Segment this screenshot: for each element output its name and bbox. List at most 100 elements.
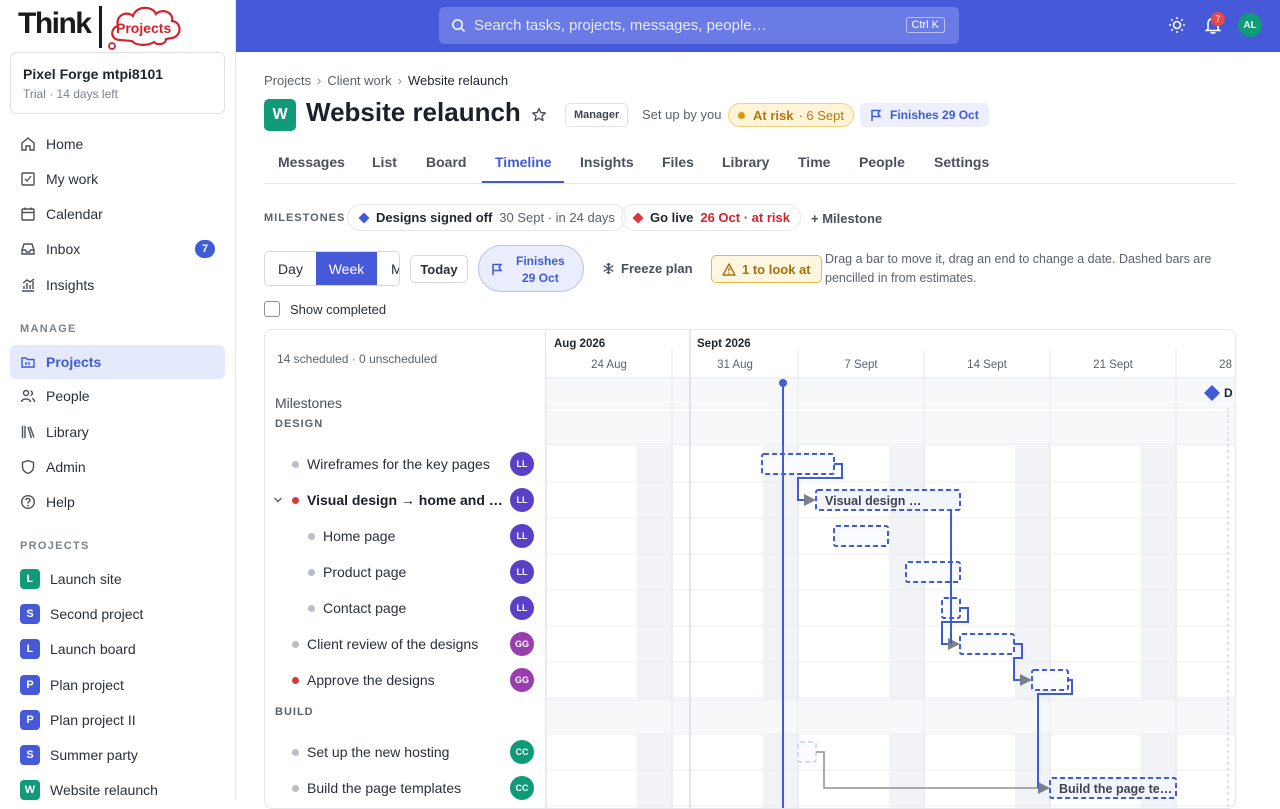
search-input[interactable]: Search tasks, projects, messages, people… [439,7,959,44]
today-button[interactable]: Today [410,255,468,283]
task-bar[interactable] [833,525,889,547]
gantt-task-row[interactable]: Wireframes for the key pages LL [265,446,546,482]
sidebar-project-item[interactable]: W Website relaunch [10,773,225,800]
gantt-task-row[interactable]: Set up the new hosting CC [265,734,546,770]
project-badge-icon: P [20,674,40,695]
tab-timeline[interactable]: Timeline [495,154,552,170]
sidebar-project-item[interactable]: S Second project [10,597,225,631]
theme-toggle-icon[interactable] [1168,16,1186,34]
assignee-avatar[interactable]: LL [510,488,534,512]
app-logo[interactable]: Think Projects [16,2,186,50]
tab-settings[interactable]: Settings [934,154,989,170]
people-icon [20,389,36,403]
status-dot [308,568,315,576]
task-bar[interactable] [1031,669,1069,691]
nav-projects[interactable]: Projects [10,345,225,379]
nav-my-work[interactable]: My work [10,162,225,196]
gantt-task-row[interactable]: Contact page LL [265,590,546,626]
nav-calendar[interactable]: Calendar [10,197,225,231]
chart-icon [22,278,35,292]
gantt-task-row[interactable]: Home page LL [265,518,546,554]
assignee-avatar[interactable]: CC [510,776,534,800]
nav-insights[interactable]: Insights [10,268,225,302]
task-name: Wireframes for the key pages [307,456,490,472]
tab-people[interactable]: People [859,154,905,170]
tab-messages[interactable]: Messages [278,154,345,170]
user-avatar[interactable]: AL [1238,13,1262,37]
calendar-icon [21,207,35,221]
task-bar-label: Build the page te… [1059,782,1172,796]
tab-library[interactable]: Library [722,154,769,170]
active-tab-underline [482,181,564,183]
checkbox-icon [21,172,35,186]
nav-home[interactable]: Home [10,127,225,161]
add-milestone-button[interactable]: + Milestone [811,211,882,226]
milestone-chip-go-live[interactable]: Go live 26 Oct · at risk [621,204,801,231]
task-name: Set up the new hosting [307,744,450,760]
nav-label: My work [46,171,99,187]
nav-inbox[interactable]: Inbox 7 [10,232,225,266]
tab-insights[interactable]: Insights [580,154,634,170]
help-icon [20,494,36,510]
gantt-task-row[interactable]: Visual design → home and … LL [265,482,546,518]
risk-label: At risk [753,107,794,123]
zoom-day-button[interactable]: Day [265,252,316,285]
show-completed-checkbox[interactable] [264,301,280,317]
nav-library[interactable]: Library [10,415,225,449]
nav-admin[interactable]: Admin [10,450,225,484]
nav-people[interactable]: People [10,379,225,413]
week-label: 7 Sept [844,359,878,371]
assignee-avatar[interactable]: CC [510,740,534,764]
task-name: Contact page [323,600,407,616]
assignee-avatar[interactable]: LL [510,452,534,476]
tab-board[interactable]: Board [426,154,466,170]
search-shortcut: Ctrl K [905,17,945,33]
month-label: Aug 2026 [554,338,605,350]
assignee-avatar[interactable]: LL [510,524,534,548]
assignee-avatar[interactable]: GG [510,668,534,692]
chevron-down-icon[interactable] [273,495,283,505]
tab-list[interactable]: List [372,154,397,170]
tab-files[interactable]: Files [662,154,694,170]
finish-date-badge[interactable]: Finishes 29 Oct [860,103,989,127]
gantt-task-row[interactable]: Client review of the designs GG [265,626,546,662]
zoom-week-button[interactable]: Week [316,252,377,285]
show-completed-toggle[interactable]: Show completed [264,301,386,317]
sidebar-project-item[interactable]: L Launch site [10,562,225,596]
show-completed-label: Show completed [290,301,387,317]
sidebar-project-item[interactable]: L Launch board [10,632,225,666]
milestone-chip-designs[interactable]: Designs signed off 30 Sept · in 24 days [347,204,626,231]
org-name: Pixel Forge mtpi8101 [23,66,164,82]
gantt-task-row[interactable]: Build the page templates CC [265,770,546,806]
nav-label: Inbox [46,241,81,257]
org-switcher[interactable]: Pixel Forge mtpi8101 Trial · 14 days lef… [10,52,225,114]
sidebar-project-item[interactable]: P Plan project [10,668,225,702]
sidebar-project-item[interactable]: P Plan project II [10,703,225,737]
task-bar[interactable] [761,453,835,475]
sidebar-project-item[interactable]: S Summer party [10,738,225,772]
gantt-task-row[interactable]: Product page LL [265,554,546,590]
milestone-name: Designs signed off [376,210,493,225]
shield-icon [21,459,35,475]
task-bar[interactable] [797,741,817,763]
assignee-avatar[interactable]: LL [510,560,534,584]
gantt-task-row[interactable]: Approve the designs GG [265,662,546,698]
nav-help[interactable]: Help [10,485,225,519]
at-risk-badge[interactable]: At risk · 6 Sept [728,103,854,127]
assignee-avatar[interactable]: LL [510,596,534,620]
task-bar[interactable] [959,633,1015,655]
gantt-timeline[interactable]: Aug 2026 Sept 2026 24 Aug 31 Aug 7 Sept 14 Se… [546,330,1236,809]
freeze-plan-button[interactable]: Freeze plan [602,261,693,276]
issues-to-look-at-button[interactable]: 1 to look at [711,255,822,283]
sidebar: Think Projects Pixel Forge mtpi8101 Tria… [0,0,236,800]
nav-label: Library [46,424,89,440]
project-label: Plan project II [50,711,136,728]
tab-time[interactable]: Time [798,154,830,170]
zoom-month-button[interactable]: M [377,252,399,285]
assignee-avatar[interactable]: GG [510,632,534,656]
task-name: Product page [323,564,407,580]
finish-date-pill[interactable]: Finishes 29 Oct [478,245,584,292]
breadcrumb-item[interactable]: Projects [264,73,311,88]
star-icon[interactable] [531,107,547,123]
breadcrumb-item[interactable]: Client work [327,73,391,88]
